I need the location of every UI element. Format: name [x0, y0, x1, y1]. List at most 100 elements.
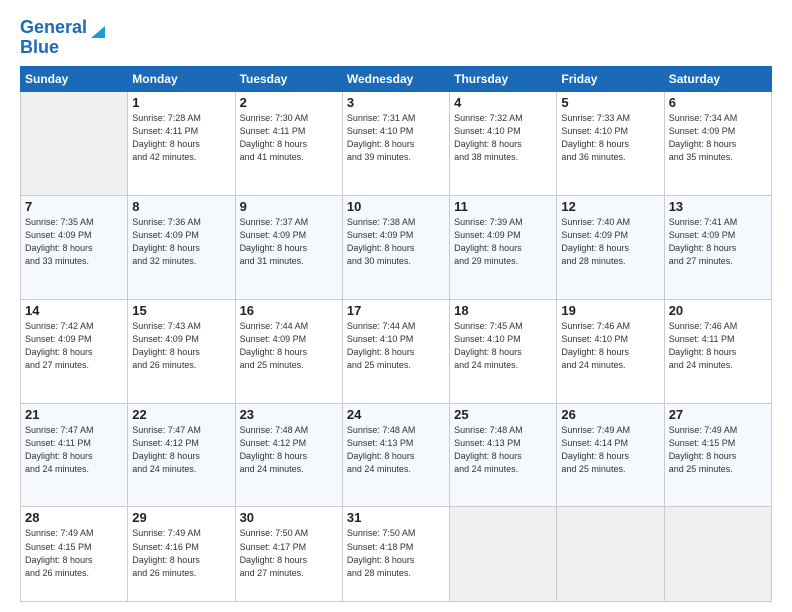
calendar-cell: 20 Sunrise: 7:46 AMSunset: 4:11 PMDayligh… — [664, 299, 771, 403]
day-content: Sunrise: 7:46 AMSunset: 4:10 PMDaylight:… — [561, 320, 659, 372]
day-number: 7 — [25, 199, 123, 214]
day-content: Sunrise: 7:50 AMSunset: 4:17 PMDaylight:… — [240, 527, 338, 579]
calendar-cell: 31 Sunrise: 7:50 AMSunset: 4:18 PMDayligh… — [342, 507, 449, 602]
calendar-cell: 21 Sunrise: 7:47 AMSunset: 4:11 PMDayligh… — [21, 403, 128, 507]
day-number: 11 — [454, 199, 552, 214]
day-number: 29 — [132, 510, 230, 525]
calendar-cell: 22Sunrise: 7:47 AMSunset: 4:12 PMDayligh… — [128, 403, 235, 507]
day-number: 13 — [669, 199, 767, 214]
day-number: 28 — [25, 510, 123, 525]
day-content: Sunrise: 7:48 AMSunset: 4:13 PMDaylight:… — [347, 424, 445, 476]
day-number: 25 — [454, 407, 552, 422]
day-content: Sunrise: 7:28 AMSunset: 4:11 PMDaylight:… — [132, 112, 230, 164]
day-content: Sunrise: 7:47 AMSunset: 4:11 PMDaylight:… — [25, 424, 123, 476]
calendar-cell: 16 Sunrise: 7:44 AMSunset: 4:09 PMDayligh… — [235, 299, 342, 403]
calendar-cell: 13Sunrise: 7:41 AMSunset: 4:09 PMDayligh… — [664, 195, 771, 299]
calendar-cell: 30 Sunrise: 7:50 AMSunset: 4:17 PMDayligh… — [235, 507, 342, 602]
calendar-cell: 4 Sunrise: 7:32 AMSunset: 4:10 PMDaylight… — [450, 91, 557, 195]
day-content: Sunrise: 7:49 AMSunset: 4:15 PMDaylight:… — [669, 424, 767, 476]
calendar-table: SundayMondayTuesdayWednesdayThursdayFrid… — [20, 66, 772, 602]
day-number: 4 — [454, 95, 552, 110]
calendar-cell — [557, 507, 664, 602]
logo-text-line2: Blue — [20, 38, 59, 58]
day-number: 10 — [347, 199, 445, 214]
day-content: Sunrise: 7:40 AMSunset: 4:09 PMDaylight:… — [561, 216, 659, 268]
day-number: 31 — [347, 510, 445, 525]
day-header-tuesday: Tuesday — [235, 66, 342, 91]
calendar-cell: 2 Sunrise: 7:30 AMSunset: 4:11 PMDaylight… — [235, 91, 342, 195]
day-content: Sunrise: 7:34 AMSunset: 4:09 PMDaylight:… — [669, 112, 767, 164]
day-content: Sunrise: 7:50 AMSunset: 4:18 PMDaylight:… — [347, 527, 445, 579]
calendar-cell: 6 Sunrise: 7:34 AMSunset: 4:09 PMDaylight… — [664, 91, 771, 195]
day-number: 24 — [347, 407, 445, 422]
calendar-cell — [664, 507, 771, 602]
day-number: 18 — [454, 303, 552, 318]
calendar-cell: 25Sunrise: 7:48 AMSunset: 4:13 PMDayligh… — [450, 403, 557, 507]
calendar-cell: 9Sunrise: 7:37 AMSunset: 4:09 PMDaylight… — [235, 195, 342, 299]
day-number: 15 — [132, 303, 230, 318]
calendar-cell: 7 Sunrise: 7:35 AMSunset: 4:09 PMDaylight… — [21, 195, 128, 299]
day-content: Sunrise: 7:30 AMSunset: 4:11 PMDaylight:… — [240, 112, 338, 164]
day-header-monday: Monday — [128, 66, 235, 91]
day-number: 20 — [669, 303, 767, 318]
day-content: Sunrise: 7:43 AMSunset: 4:09 PMDaylight:… — [132, 320, 230, 372]
calendar-cell: 28 Sunrise: 7:49 AMSunset: 4:15 PMDayligh… — [21, 507, 128, 602]
day-content: Sunrise: 7:33 AMSunset: 4:10 PMDaylight:… — [561, 112, 659, 164]
day-content: Sunrise: 7:32 AMSunset: 4:10 PMDaylight:… — [454, 112, 552, 164]
day-content: Sunrise: 7:49 AMSunset: 4:15 PMDaylight:… — [25, 527, 123, 579]
day-number: 2 — [240, 95, 338, 110]
calendar-cell: 27 Sunrise: 7:49 AMSunset: 4:15 PMDayligh… — [664, 403, 771, 507]
day-number: 9 — [240, 199, 338, 214]
day-content: Sunrise: 7:47 AMSunset: 4:12 PMDaylight:… — [132, 424, 230, 476]
day-number: 27 — [669, 407, 767, 422]
day-content: Sunrise: 7:38 AMSunset: 4:09 PMDaylight:… — [347, 216, 445, 268]
calendar-cell: 24 Sunrise: 7:48 AMSunset: 4:13 PMDayligh… — [342, 403, 449, 507]
day-content: Sunrise: 7:49 AMSunset: 4:14 PMDaylight:… — [561, 424, 659, 476]
day-number: 8 — [132, 199, 230, 214]
header: General Blue — [20, 18, 772, 58]
day-header-wednesday: Wednesday — [342, 66, 449, 91]
calendar-week-1: 1 Sunrise: 7:28 AMSunset: 4:11 PMDaylight… — [21, 91, 772, 195]
calendar-cell: 11Sunrise: 7:39 AMSunset: 4:09 PMDayligh… — [450, 195, 557, 299]
day-content: Sunrise: 7:44 AMSunset: 4:10 PMDaylight:… — [347, 320, 445, 372]
logo: General Blue — [20, 18, 105, 58]
calendar-cell: 29 Sunrise: 7:49 AMSunset: 4:16 PMDayligh… — [128, 507, 235, 602]
calendar-week-4: 21 Sunrise: 7:47 AMSunset: 4:11 PMDayligh… — [21, 403, 772, 507]
day-number: 17 — [347, 303, 445, 318]
calendar-cell: 23 Sunrise: 7:48 AMSunset: 4:12 PMDayligh… — [235, 403, 342, 507]
calendar-cell: 12 Sunrise: 7:40 AMSunset: 4:09 PMDayligh… — [557, 195, 664, 299]
calendar-cell: 18 Sunrise: 7:45 AMSunset: 4:10 PMDayligh… — [450, 299, 557, 403]
calendar-cell: 17 Sunrise: 7:44 AMSunset: 4:10 PMDayligh… — [342, 299, 449, 403]
day-number: 1 — [132, 95, 230, 110]
day-header-saturday: Saturday — [664, 66, 771, 91]
calendar-week-3: 14 Sunrise: 7:42 AMSunset: 4:09 PMDayligh… — [21, 299, 772, 403]
day-content: Sunrise: 7:35 AMSunset: 4:09 PMDaylight:… — [25, 216, 123, 268]
day-number: 12 — [561, 199, 659, 214]
page: General Blue SundayMondayTuesdayWednesda… — [0, 0, 792, 612]
day-content: Sunrise: 7:46 AMSunset: 4:11 PMDaylight:… — [669, 320, 767, 372]
day-content: Sunrise: 7:45 AMSunset: 4:10 PMDaylight:… — [454, 320, 552, 372]
logo-text-line1: General — [20, 18, 87, 38]
day-number: 30 — [240, 510, 338, 525]
day-header-sunday: Sunday — [21, 66, 128, 91]
day-number: 5 — [561, 95, 659, 110]
calendar-cell: 26Sunrise: 7:49 AMSunset: 4:14 PMDayligh… — [557, 403, 664, 507]
calendar-cell: 8Sunrise: 7:36 AMSunset: 4:09 PMDaylight… — [128, 195, 235, 299]
calendar-week-5: 28 Sunrise: 7:49 AMSunset: 4:15 PMDayligh… — [21, 507, 772, 602]
day-number: 6 — [669, 95, 767, 110]
day-number: 19 — [561, 303, 659, 318]
calendar-cell — [21, 91, 128, 195]
day-number: 23 — [240, 407, 338, 422]
day-content: Sunrise: 7:44 AMSunset: 4:09 PMDaylight:… — [240, 320, 338, 372]
day-number: 14 — [25, 303, 123, 318]
day-content: Sunrise: 7:42 AMSunset: 4:09 PMDaylight:… — [25, 320, 123, 372]
day-number: 16 — [240, 303, 338, 318]
day-number: 21 — [25, 407, 123, 422]
calendar-cell — [450, 507, 557, 602]
day-content: Sunrise: 7:31 AMSunset: 4:10 PMDaylight:… — [347, 112, 445, 164]
day-content: Sunrise: 7:48 AMSunset: 4:12 PMDaylight:… — [240, 424, 338, 476]
calendar-cell: 3Sunrise: 7:31 AMSunset: 4:10 PMDaylight… — [342, 91, 449, 195]
calendar-cell: 14 Sunrise: 7:42 AMSunset: 4:09 PMDayligh… — [21, 299, 128, 403]
calendar-header-row: SundayMondayTuesdayWednesdayThursdayFrid… — [21, 66, 772, 91]
day-content: Sunrise: 7:49 AMSunset: 4:16 PMDaylight:… — [132, 527, 230, 579]
